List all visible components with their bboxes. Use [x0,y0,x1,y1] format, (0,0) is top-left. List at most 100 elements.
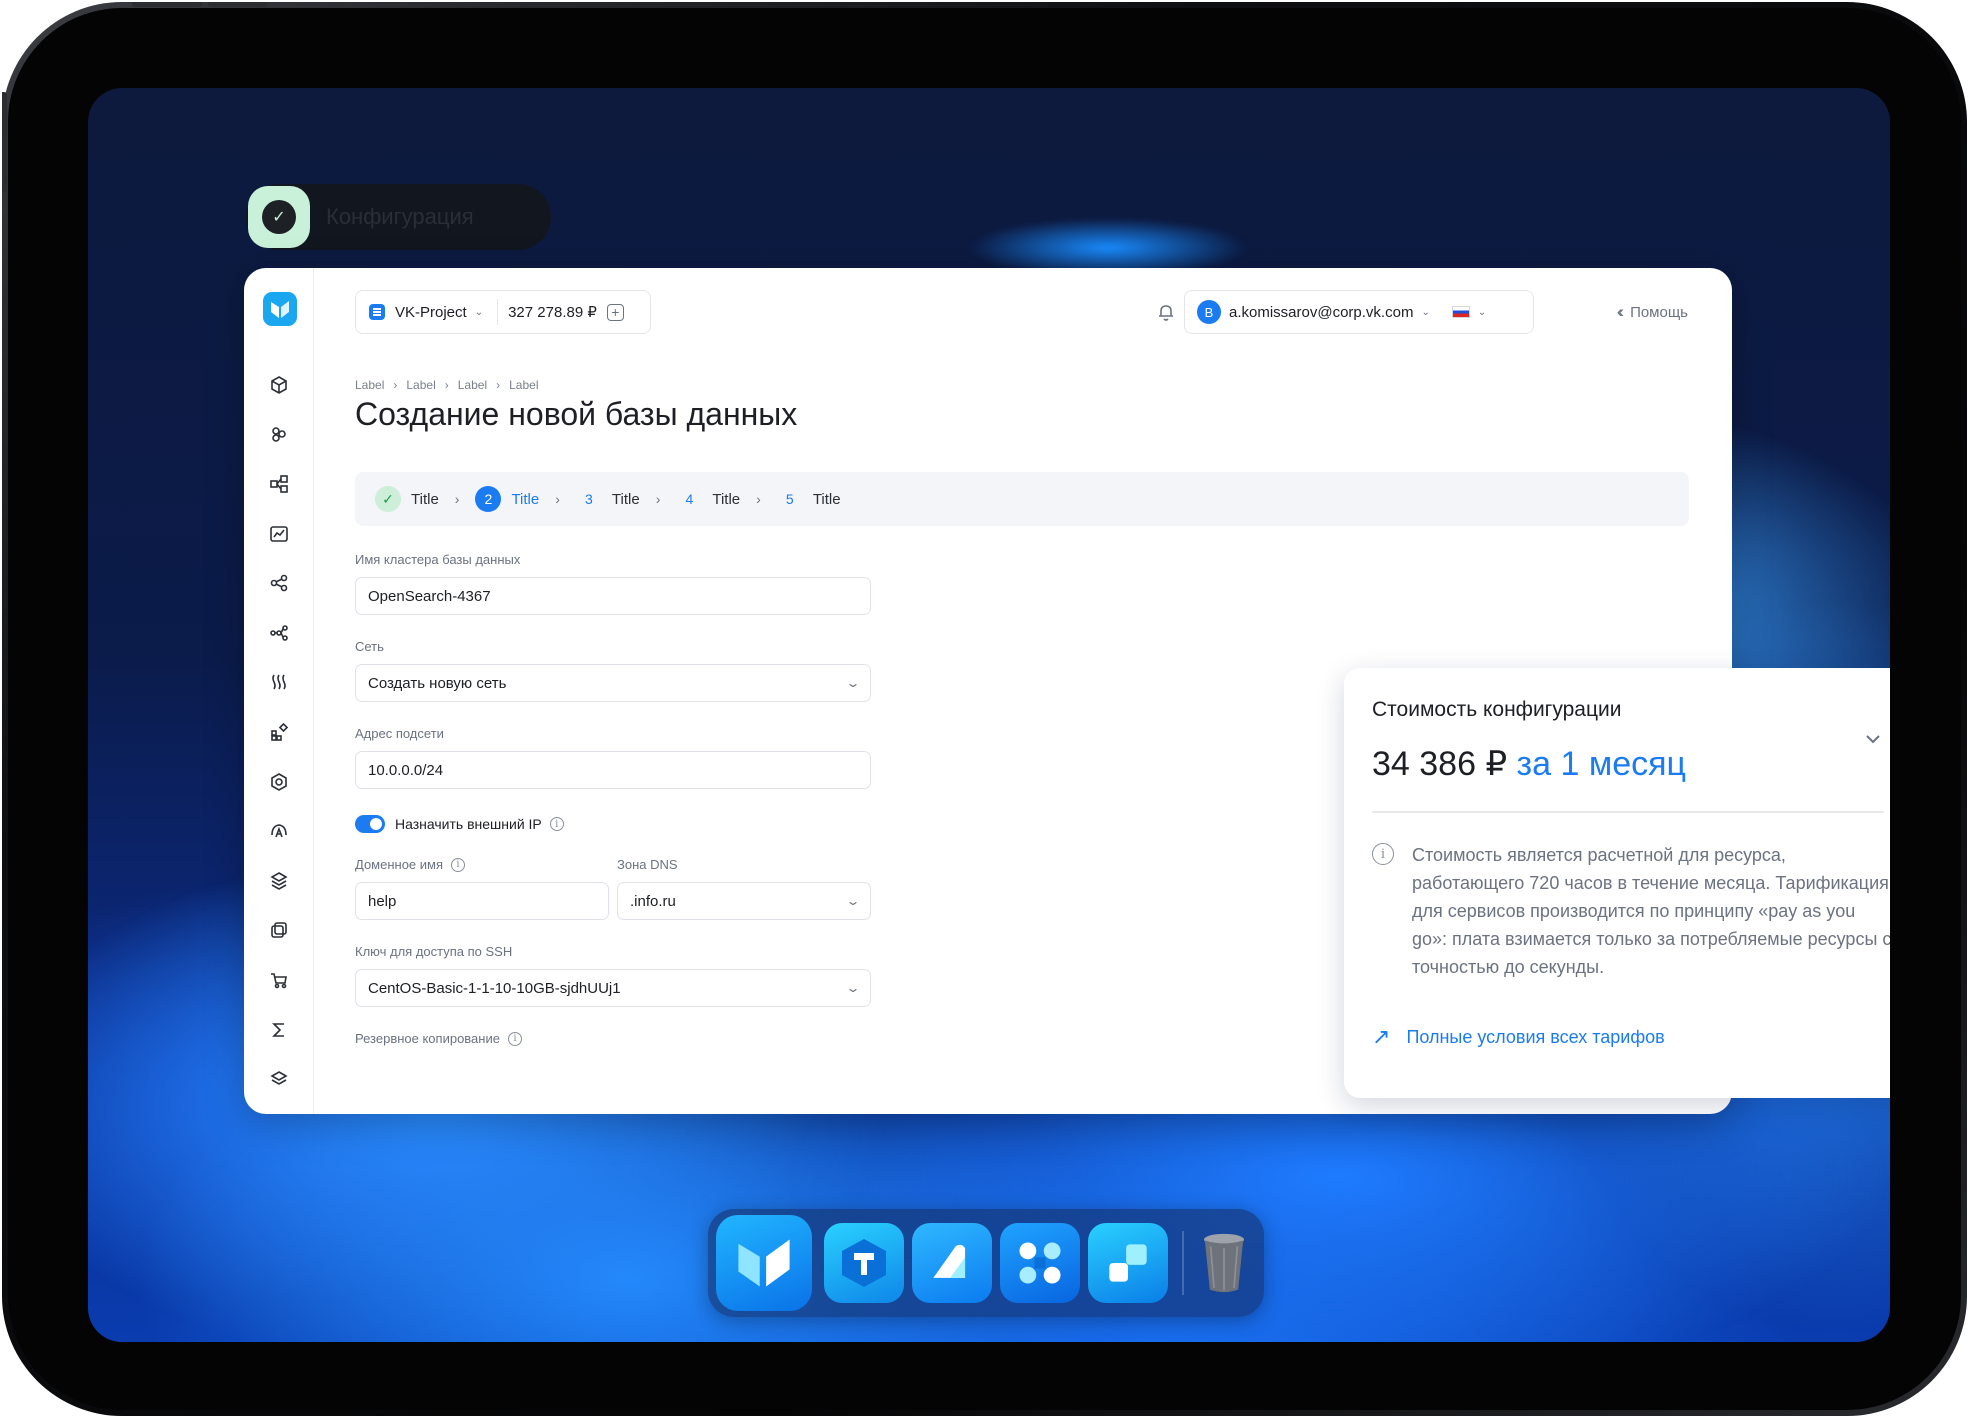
step-2[interactable]: 2 Title [475,486,539,512]
tarantool-icon[interactable] [824,1223,904,1303]
divider [497,299,499,325]
apps-grid-icon[interactable] [1000,1223,1080,1303]
info-icon[interactable]: i [549,817,564,831]
avatar: B [1197,300,1221,324]
price-info-text: Стоимость является расчетной для ресурса… [1412,845,1890,977]
domain-input[interactable]: help [355,882,609,920]
step-number: 3 [585,491,593,507]
user-email: a.komissarov@corp.vk.com [1229,303,1414,321]
cloud-icon[interactable] [244,806,314,856]
double-chevron-left-icon: ‹‹ [1616,302,1625,321]
price-card-title: Стоимость конфигурации [1372,698,1622,721]
monitoring-icon[interactable] [244,509,314,559]
tablet-frame: ✓ Конфигурация VK-Project ⌄ 327 278.89 ₽… [2,2,1967,1416]
bell-icon[interactable] [1156,302,1176,322]
info-icon[interactable]: i [451,857,466,872]
breadcrumb-item[interactable]: Label [458,378,487,392]
breadcrumb: Label › Label › Label › Label [355,378,539,392]
chevron-down-icon[interactable] [1864,730,1882,748]
page-title: Создание новой базы данных [355,396,798,432]
domain-value: help [368,892,397,910]
sidebar [244,268,314,1114]
help-label: Помощь [1630,303,1688,321]
balance: 327 278.89 ₽ [508,304,597,321]
chevron-down-icon: ⌄ [845,894,861,908]
dock-divider [1182,1231,1184,1295]
check-badge-icon: ✓ [248,186,310,248]
step-number: 2 [475,486,502,512]
cluster-name-input[interactable]: OpenSearch-4367 [355,577,871,615]
breadcrumb-item[interactable]: Label [355,378,384,392]
stack-icon[interactable] [244,1054,314,1104]
stepper: ✓ Title › 2 Title › 3 Title › 4 Title › … [355,472,1689,526]
dns-zone-select[interactable]: .info.ru ⌄ [617,882,871,920]
nodes-icon[interactable] [244,608,314,658]
subnet-input[interactable]: 10.0.0.0/24 [355,751,871,789]
step-1[interactable]: ✓ Title [375,486,439,512]
project-icon [369,304,385,320]
breadcrumb-separator-icon: › [393,378,398,392]
tariffs-link[interactable]: ↗ Полные условия всех тарифов [1372,1024,1665,1050]
vk-cloud-logo-icon[interactable] [263,292,297,326]
cube-icon[interactable] [244,360,314,410]
ssh-select[interactable]: CentOS-Basic-1-1-10-10GB-sjdhUUj1 ⌄ [355,969,871,1007]
project-name: VK-Project [395,303,467,321]
cluster-icon[interactable] [244,410,314,460]
network-icon[interactable] [244,459,314,509]
backup-label-row: Резервное копирование i [355,1031,871,1046]
layers-icon[interactable] [244,856,314,906]
step-4[interactable]: 4 Title [676,486,740,512]
step-number: 4 [685,491,694,507]
blocks-icon[interactable] [1088,1223,1168,1303]
help-button[interactable]: ‹‹ Помощь [1617,290,1688,334]
config-chip[interactable]: ✓ Конфигурация [246,184,551,250]
domain-label-row: Доменное имя i [355,857,609,872]
dns-zone-label: Зона DNS [617,857,678,872]
breadcrumb-item[interactable]: Label [509,378,538,392]
info-icon: i [1372,843,1394,865]
vk-cloud-icon[interactable] [716,1215,812,1311]
chevron-right-icon: › [454,491,460,507]
cart-icon[interactable] [244,955,314,1005]
step-label: Title [511,490,540,508]
step-label: Title [812,490,841,508]
dns-zone-group: Зона DNS .info.ru ⌄ [617,857,871,920]
step-label: Title [712,490,741,508]
step-label: Title [411,490,439,508]
dock [708,1209,1264,1317]
chevron-right-icon: › [655,491,661,507]
security-icon[interactable] [244,757,314,807]
device-button [2,92,7,192]
db-form: Имя кластера базы данных OpenSearch-4367… [355,552,871,1046]
project-selector[interactable]: VK-Project ⌄ 327 278.89 ₽ + [355,290,651,334]
flag-icon[interactable] [1451,306,1470,318]
chevron-right-icon: › [555,491,560,507]
step-5[interactable]: 5 Title [777,486,841,512]
cluster-name-value: OpenSearch-4367 [368,587,491,605]
user-menu[interactable]: B a.komissarov@corp.vk.com ⌄ ⌄ [1184,290,1534,334]
domain-row: Доменное имя i help Зона DNS .info.ru ⌄ [355,857,871,920]
price-value: 34 386 ₽ за 1 месяц [1372,744,1686,784]
info-icon[interactable]: i [507,1031,522,1046]
share-icon[interactable] [244,558,314,608]
copy-icon[interactable] [244,906,314,956]
divider [1372,811,1884,813]
topbar: VK-Project ⌄ 327 278.89 ₽ + B a.komissar… [355,290,1688,334]
apps-icon[interactable] [244,707,314,757]
breadcrumb-separator-icon: › [496,378,501,392]
network-select[interactable]: Создать новую сеть ⌄ [355,664,871,702]
sidebar-nav [244,360,314,1104]
step-3[interactable]: 3 Title [576,486,640,512]
price-amount: 34 386 ₽ [1372,745,1508,783]
breadcrumb-item[interactable]: Label [406,378,435,392]
backup-label: Резервное копирование [355,1031,500,1046]
desktop-screen: ✓ Конфигурация VK-Project ⌄ 327 278.89 ₽… [88,88,1890,1342]
sum-icon[interactable] [244,1005,314,1055]
add-funds-icon[interactable]: + [606,303,624,321]
trash-icon[interactable] [1194,1223,1254,1303]
subnet-value: 10.0.0.0/24 [368,761,444,779]
draw-icon[interactable] [912,1223,992,1303]
waves-icon[interactable] [244,658,314,708]
dns-zone-value: .info.ru [630,892,676,910]
external-ip-toggle[interactable] [355,815,385,833]
